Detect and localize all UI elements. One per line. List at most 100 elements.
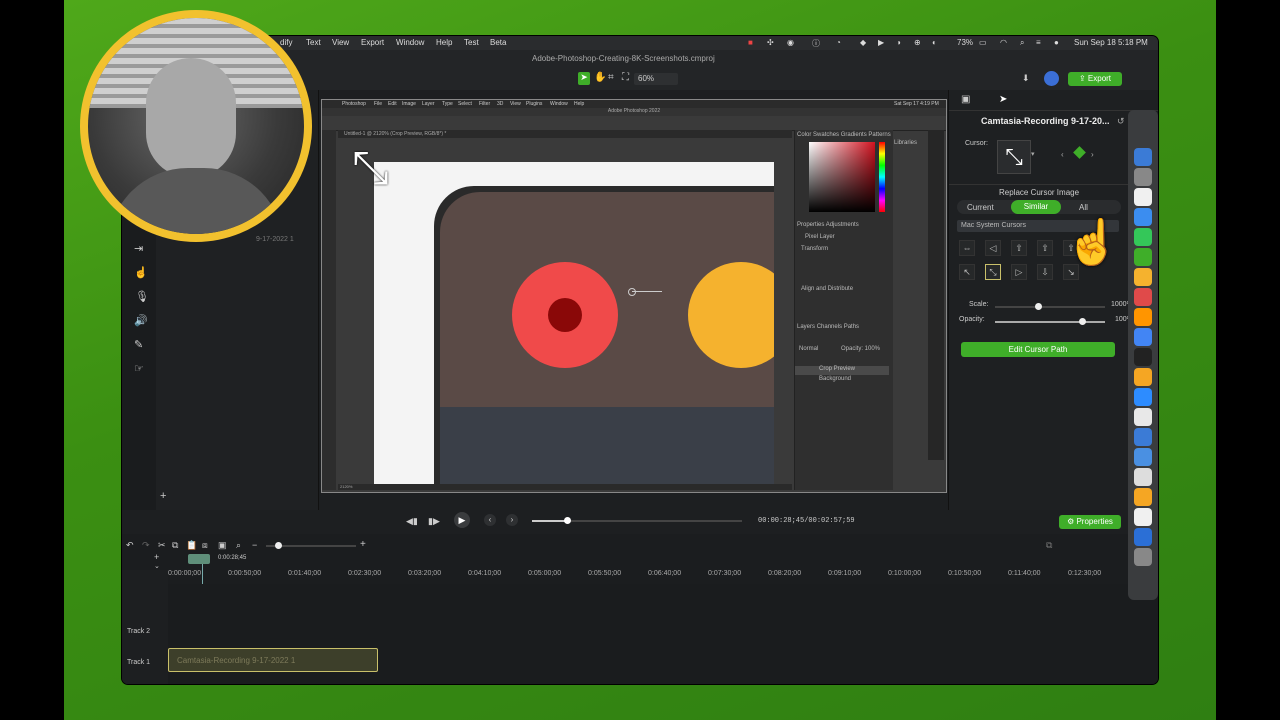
undo-icon[interactable]: ↶ bbox=[126, 540, 134, 551]
transitions-icon[interactable]: ⇥ bbox=[134, 242, 143, 255]
menu-help[interactable]: Help bbox=[436, 38, 452, 47]
interactivity-icon[interactable]: ☞ bbox=[134, 362, 144, 375]
menu-window[interactable]: Window bbox=[396, 38, 424, 47]
add-icon[interactable]: + bbox=[160, 490, 166, 502]
scale-slider-thumb[interactable] bbox=[1035, 303, 1042, 310]
zoom-out-icon[interactable]: − bbox=[252, 540, 257, 550]
zoom-icon[interactable]: ⌕ bbox=[236, 540, 241, 551]
dock-app-icon[interactable] bbox=[1134, 328, 1152, 346]
search-icon[interactable]: ⌕ bbox=[1020, 38, 1024, 48]
menubar-app-icon[interactable]: ✣ bbox=[767, 38, 774, 47]
split-icon[interactable]: ⧈ bbox=[202, 540, 208, 551]
dock-app-icon[interactable] bbox=[1134, 488, 1152, 506]
download-icon[interactable]: ⬇ bbox=[1022, 73, 1030, 84]
cursor-option-icon[interactable]: ◁ bbox=[985, 240, 1001, 256]
edit-cursor-path-button[interactable]: Edit Cursor Path bbox=[961, 342, 1115, 357]
dock-app-icon[interactable] bbox=[1134, 428, 1152, 446]
menubar-app-icon[interactable]: ⊕ bbox=[914, 38, 921, 47]
battery-icon[interactable]: ▭ bbox=[979, 38, 987, 47]
step-back-icon[interactable]: ◀▮ bbox=[406, 516, 418, 527]
cursor-option-icon[interactable]: ⇧ bbox=[1011, 240, 1027, 256]
ps-layer-row[interactable]: Background bbox=[795, 376, 889, 385]
dock-app-icon[interactable] bbox=[1134, 468, 1152, 486]
properties-button[interactable]: ⚙ Properties bbox=[1059, 515, 1121, 529]
dock-app-icon[interactable] bbox=[1134, 528, 1152, 546]
menubar-app-icon[interactable]: ◆ bbox=[860, 38, 866, 47]
film-icon[interactable]: ▣ bbox=[961, 94, 970, 105]
track-2-label[interactable]: Track 2 bbox=[127, 628, 150, 635]
dock-app-icon[interactable] bbox=[1134, 208, 1152, 226]
zoom-in-icon[interactable]: + bbox=[360, 539, 366, 550]
prev-marker-icon[interactable]: ‹ bbox=[484, 514, 496, 526]
dock-app-icon[interactable] bbox=[1134, 508, 1152, 526]
copy-icon[interactable]: ⧉ bbox=[172, 540, 178, 551]
menubar-app-icon[interactable]: ◉ bbox=[787, 38, 794, 47]
menu-text[interactable]: Text bbox=[306, 38, 321, 47]
menu-view[interactable]: View bbox=[332, 38, 349, 47]
avatar[interactable] bbox=[1044, 71, 1059, 86]
audio-effects-icon[interactable]: 🔊 bbox=[134, 314, 148, 327]
menubar-app-icon[interactable]: ▶ bbox=[878, 38, 884, 47]
dock-app-icon[interactable] bbox=[1134, 448, 1152, 466]
ps-hue-slider[interactable] bbox=[879, 142, 885, 212]
wifi-icon[interactable]: ◠ bbox=[1000, 38, 1007, 47]
dock-app-icon[interactable] bbox=[1134, 168, 1152, 186]
ps-color-picker[interactable] bbox=[809, 142, 875, 212]
opacity-slider-thumb[interactable] bbox=[1079, 318, 1086, 325]
dock-app-icon[interactable] bbox=[1134, 188, 1152, 206]
siri-icon[interactable]: ● bbox=[1054, 38, 1059, 47]
timeline-zoom-thumb[interactable] bbox=[275, 542, 282, 549]
cursor-option-icon[interactable]: ⇧ bbox=[1037, 240, 1053, 256]
fit-icon[interactable]: ⛶ bbox=[622, 72, 629, 83]
playhead-handle[interactable] bbox=[188, 554, 210, 564]
dock-app-icon[interactable] bbox=[1134, 148, 1152, 166]
collapse-tracks-icon[interactable]: ⌄ bbox=[154, 562, 160, 570]
dock-app-icon[interactable] bbox=[1134, 248, 1152, 266]
menubar-app-icon[interactable]: ⓘ bbox=[812, 38, 820, 49]
scrub-thumb[interactable] bbox=[564, 517, 571, 524]
cursor-option-icon[interactable]: ↖ bbox=[959, 264, 975, 280]
dock-app-icon[interactable] bbox=[1134, 548, 1152, 566]
timeline-clip[interactable]: Camtasia-Recording 9-17-2022 1 bbox=[168, 648, 378, 672]
cursor-preview[interactable]: ⤡ bbox=[997, 140, 1031, 174]
cursor-icon[interactable]: ➤ bbox=[999, 94, 1007, 105]
cursor-option-icon[interactable]: ⇔ bbox=[959, 240, 975, 256]
cursor-option-icon[interactable]: ▷ bbox=[1011, 264, 1027, 280]
export-button[interactable]: ⇪ Export bbox=[1068, 72, 1122, 86]
cursor-option-icon[interactable]: ⤡ bbox=[985, 264, 1001, 280]
menu-beta[interactable]: Beta bbox=[490, 38, 506, 47]
dock-app-icon[interactable] bbox=[1134, 288, 1152, 306]
scope-similar[interactable]: Similar bbox=[1011, 200, 1061, 214]
detach-icon[interactable]: ⧉ bbox=[1046, 540, 1052, 551]
timeline-ruler[interactable]: 0:00:00;00 0:00:50;00 0:01:40;00 0:02:30;00… bbox=[168, 566, 1158, 584]
ps-layer-row[interactable]: Crop Preview bbox=[795, 366, 889, 375]
anchor-handle[interactable] bbox=[628, 288, 636, 296]
dock-app-icon[interactable] bbox=[1134, 228, 1152, 246]
opacity-slider[interactable] bbox=[995, 321, 1105, 323]
prev-keyframe-icon[interactable]: ‹ bbox=[1061, 150, 1064, 159]
cursor-effects-icon[interactable]: ☝ bbox=[134, 266, 148, 279]
scale-slider[interactable] bbox=[995, 306, 1105, 308]
crop-tool-icon[interactable]: ⌗ bbox=[608, 72, 614, 83]
dock-app-icon[interactable] bbox=[1134, 308, 1152, 326]
play-button[interactable]: ▶ bbox=[454, 512, 470, 528]
dock-app-icon[interactable] bbox=[1134, 268, 1152, 286]
keyframe-icon[interactable] bbox=[1073, 146, 1086, 159]
dock-app-icon[interactable] bbox=[1134, 348, 1152, 366]
reset-icon[interactable]: ↺ bbox=[1117, 116, 1125, 127]
menubar-app-icon[interactable]: ◐ bbox=[932, 38, 937, 47]
menu-test[interactable]: Test bbox=[464, 38, 479, 47]
zoom-select[interactable]: 60% bbox=[634, 73, 678, 85]
hand-tool-icon[interactable]: ✋ bbox=[594, 72, 606, 83]
arrow-tool-icon[interactable]: ➤ bbox=[578, 72, 590, 85]
cut-icon[interactable]: ✂ bbox=[158, 540, 166, 551]
record-icon[interactable]: ■ bbox=[748, 38, 753, 47]
next-marker-icon[interactable]: › bbox=[506, 514, 518, 526]
dock-app-icon[interactable] bbox=[1134, 368, 1152, 386]
next-keyframe-icon[interactable]: › bbox=[1091, 150, 1094, 159]
dock-app-icon[interactable] bbox=[1134, 388, 1152, 406]
cursor-option-icon[interactable]: ⇩ bbox=[1037, 264, 1053, 280]
scope-all[interactable]: All bbox=[1079, 203, 1088, 212]
track-1-label[interactable]: Track 1 bbox=[127, 659, 150, 666]
control-center-icon[interactable]: ≡ bbox=[1036, 38, 1041, 47]
